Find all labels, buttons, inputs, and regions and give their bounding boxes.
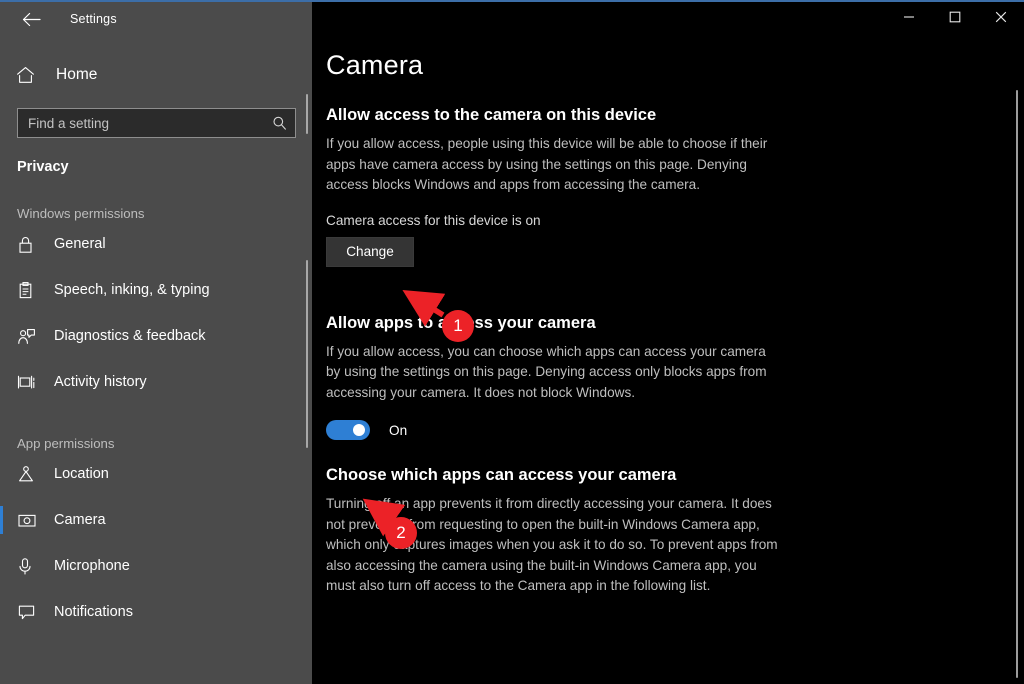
main-content: Camera Allow access to the camera on thi… bbox=[312, 2, 1024, 684]
sidebar-titlebar: Settings bbox=[0, 2, 312, 36]
window-title: Settings bbox=[70, 12, 117, 26]
sidebar-item-home-label: Home bbox=[56, 66, 98, 83]
timeline-icon bbox=[17, 373, 47, 391]
sidebar-item-camera[interactable]: Camera bbox=[0, 497, 312, 543]
camera-apps-toggle-row: On bbox=[326, 420, 1024, 440]
sidebar-group-heading-windows-permissions: Windows permissions bbox=[17, 206, 145, 221]
search-input[interactable] bbox=[18, 115, 295, 131]
sidebar-item-location-label: Location bbox=[54, 466, 109, 482]
window-controls bbox=[886, 2, 1024, 32]
lock-icon bbox=[17, 235, 47, 254]
section-apps-heading: Allow apps to access your camera bbox=[326, 313, 596, 332]
minimize-button[interactable] bbox=[886, 2, 932, 32]
sidebar-category-title: Privacy bbox=[17, 159, 69, 175]
section-device-access: Allow access to the camera on this devic… bbox=[326, 106, 1024, 267]
sidebar-item-speech-inking-typing[interactable]: Speech, inking, & typing bbox=[0, 267, 312, 313]
sidebar-item-microphone[interactable]: Microphone bbox=[0, 543, 312, 589]
page-title: Camera bbox=[326, 50, 424, 80]
sidebar-item-activity-history[interactable]: Activity history bbox=[0, 359, 312, 405]
back-arrow-icon[interactable] bbox=[14, 4, 48, 34]
sidebar-item-diagnostics-feedback-label: Diagnostics & feedback bbox=[54, 328, 206, 344]
home-icon bbox=[16, 66, 48, 84]
sidebar-group-heading-app-permissions: App permissions bbox=[17, 436, 115, 451]
section-choose-body: Turning off an app prevents it from dire… bbox=[326, 496, 778, 593]
sidebar-item-diagnostics-feedback[interactable]: Diagnostics & feedback bbox=[0, 313, 312, 359]
main-scrollbar-thumb[interactable] bbox=[1016, 90, 1018, 678]
notification-icon bbox=[17, 603, 47, 621]
section-device-body: If you allow access, people using this d… bbox=[326, 136, 768, 192]
camera-icon bbox=[17, 512, 47, 529]
microphone-icon bbox=[17, 557, 47, 576]
location-pin-icon bbox=[17, 465, 47, 484]
section-choose-heading: Choose which apps can access your camera bbox=[326, 466, 677, 484]
settings-window: Settings Home Privacy Windows permiss bbox=[0, 0, 1024, 684]
section-app-access: Allow apps to access your camera If you … bbox=[326, 313, 1024, 440]
close-button[interactable] bbox=[978, 2, 1024, 32]
sidebar-item-speech-inking-typing-label: Speech, inking, & typing bbox=[54, 282, 210, 298]
camera-apps-toggle-label: On bbox=[389, 422, 408, 438]
sidebar-item-general[interactable]: General bbox=[0, 221, 312, 267]
sidebar-item-camera-label: Camera bbox=[54, 512, 106, 528]
sidebar-item-microphone-label: Microphone bbox=[54, 558, 130, 574]
clipboard-icon bbox=[17, 281, 47, 300]
sidebar-item-home[interactable]: Home bbox=[0, 55, 312, 95]
section-device-heading: Allow access to the camera on this devic… bbox=[326, 106, 657, 124]
sidebar-item-activity-history-label: Activity history bbox=[54, 374, 147, 390]
sidebar-item-notifications[interactable]: Notifications bbox=[0, 589, 312, 635]
sidebar: Settings Home Privacy Windows permiss bbox=[0, 2, 312, 684]
sidebar-item-location[interactable]: Location bbox=[0, 451, 312, 497]
sidebar-scrollbar-thumb-top[interactable] bbox=[306, 94, 308, 134]
section-choose-apps: Choose which apps can access your camera… bbox=[326, 466, 1024, 597]
camera-apps-toggle[interactable] bbox=[326, 420, 370, 440]
toggle-knob bbox=[353, 424, 365, 436]
maximize-button[interactable] bbox=[932, 2, 978, 32]
sidebar-scrollbar-thumb[interactable] bbox=[306, 260, 308, 448]
device-access-status: Camera access for this device is on bbox=[326, 212, 541, 228]
section-apps-body: If you allow access, you can choose whic… bbox=[326, 343, 767, 400]
search-icon[interactable] bbox=[272, 116, 287, 131]
change-button[interactable]: Change bbox=[326, 236, 414, 267]
person-feedback-icon bbox=[17, 327, 47, 346]
sidebar-item-notifications-label: Notifications bbox=[54, 604, 133, 620]
sidebar-item-general-label: General bbox=[54, 236, 106, 252]
search-box[interactable] bbox=[17, 108, 296, 138]
